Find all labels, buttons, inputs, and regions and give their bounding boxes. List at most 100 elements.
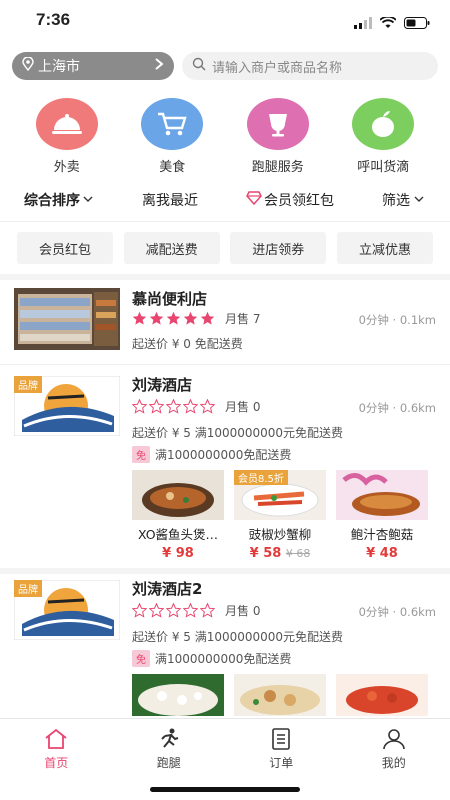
monthly-sales: 月售 0 bbox=[225, 400, 261, 414]
dish-image bbox=[234, 674, 326, 716]
star-empty-icon bbox=[200, 603, 215, 618]
rating-stars: 月售 0 bbox=[132, 398, 260, 415]
category-label: 呼叫货滴 bbox=[357, 160, 410, 175]
dish-item[interactable]: XO酱鱼头煲… ¥ 98 bbox=[132, 470, 224, 561]
shop-card[interactable]: 品牌 刘涛酒店 月售 0 0分钟 · 0.6km 起送价 ¥ 5 满100000… bbox=[0, 366, 450, 568]
promo-text: 满1000000000免配送费 bbox=[155, 652, 292, 666]
star-empty-icon bbox=[166, 603, 181, 618]
location-selector[interactable]: 上海市 bbox=[12, 52, 174, 80]
tab-orders[interactable]: 订单 bbox=[246, 727, 316, 771]
search-placeholder: 请输入商户或商品名称 bbox=[212, 60, 343, 76]
dish-image bbox=[132, 674, 224, 716]
shop-card[interactable]: 慕尚便利店 月售 7 0分钟 · 0.1km 起送价 ¥ 0 免配送费 bbox=[0, 280, 450, 364]
free-delivery-badge: 免 bbox=[132, 650, 150, 667]
dish-image: 会员8.5折 bbox=[234, 470, 326, 520]
apple-icon bbox=[352, 98, 415, 150]
dish-image bbox=[336, 674, 428, 716]
min-order: 起送价 ¥ 5 满1000000000元免配送费 bbox=[132, 426, 344, 440]
dish-price-current: ¥ 58 bbox=[249, 546, 282, 561]
category-food[interactable]: 美食 bbox=[127, 98, 217, 175]
promo-text: 满1000000000免配送费 bbox=[155, 448, 292, 462]
star-empty-icon bbox=[132, 399, 147, 414]
tab-profile[interactable]: 我的 bbox=[359, 727, 429, 771]
star-empty-icon bbox=[183, 399, 198, 414]
dish-name: 豉椒炒蟹柳 bbox=[248, 527, 312, 542]
sort-bar: 综合排序 离我最近 会员领红包 筛选 bbox=[0, 188, 450, 212]
city-label: 上海市 bbox=[38, 59, 80, 75]
sort-label: 筛选 bbox=[382, 193, 410, 209]
order-icon bbox=[268, 727, 294, 754]
rating-stars: 月售 0 bbox=[132, 602, 260, 619]
sort-label: 离我最近 bbox=[142, 193, 198, 209]
star-filled-icon bbox=[200, 311, 215, 325]
dish-name: 鲍汁杏鲍菇 bbox=[350, 527, 414, 542]
filter-chip[interactable]: 会员红包 bbox=[17, 232, 113, 264]
user-icon bbox=[381, 727, 407, 754]
shop-name: 慕尚便利店 bbox=[132, 290, 208, 308]
search-input[interactable]: 请输入商户或商品名称 bbox=[182, 52, 438, 80]
divider bbox=[0, 221, 450, 222]
tab-label: 首页 bbox=[44, 756, 69, 770]
free-delivery-badge: 免 bbox=[132, 446, 150, 463]
shop-distance: 0分钟 · 0.1km bbox=[358, 313, 436, 327]
filter-chip[interactable]: 减配送费 bbox=[123, 232, 220, 264]
tab-label: 跑腿 bbox=[156, 756, 181, 770]
filter-chip[interactable]: 立减优惠 bbox=[336, 232, 433, 264]
star-filled-icon bbox=[166, 311, 181, 325]
dish-price: ¥ 98 bbox=[162, 546, 194, 561]
filter-chip[interactable]: 进店领券 bbox=[230, 232, 327, 264]
star-empty-icon bbox=[132, 603, 147, 618]
dish-price-old: ¥ 68 bbox=[285, 547, 311, 560]
status-bar: 7:36 bbox=[0, 0, 450, 44]
sort-filter[interactable]: 筛选 bbox=[382, 190, 426, 210]
category-grid: 外卖 美食 跑腿服务 呼叫货滴 bbox=[0, 98, 450, 175]
tab-errand[interactable]: 跑腿 bbox=[134, 727, 204, 771]
sort-label: 综合排序 bbox=[24, 193, 80, 209]
shop-name: 刘涛酒店 bbox=[132, 376, 193, 394]
star-empty-icon bbox=[166, 399, 181, 414]
sort-member[interactable]: 会员领红包 bbox=[246, 190, 334, 210]
tab-home[interactable]: 首页 bbox=[21, 727, 91, 771]
dish-image bbox=[132, 470, 224, 520]
location-pin-icon bbox=[22, 56, 34, 75]
sort-nearest[interactable]: 离我最近 bbox=[142, 190, 198, 210]
tab-label: 订单 bbox=[269, 756, 294, 770]
dish-item[interactable]: 鲍汁杏鲍菇 ¥ 48 bbox=[336, 470, 428, 561]
category-freight[interactable]: 呼叫货滴 bbox=[338, 98, 428, 175]
category-errand[interactable]: 跑腿服务 bbox=[233, 98, 323, 175]
brand-tag: 品牌 bbox=[14, 376, 42, 393]
rating-stars: 月售 7 bbox=[132, 310, 260, 327]
diamond-icon bbox=[246, 191, 262, 209]
chevron-down-icon bbox=[82, 192, 94, 208]
star-empty-icon bbox=[183, 603, 198, 618]
dish-item[interactable] bbox=[336, 674, 428, 716]
dish-name: XO酱鱼头煲… bbox=[137, 527, 219, 542]
min-order: 起送价 ¥ 0 免配送费 bbox=[132, 337, 243, 351]
runner-icon bbox=[156, 727, 182, 754]
monthly-sales: 月售 7 bbox=[225, 312, 261, 326]
promo-row: 免 满1000000000免配送费 bbox=[132, 446, 291, 463]
shop-logo: 品牌 bbox=[13, 375, 121, 438]
star-empty-icon bbox=[200, 399, 215, 414]
category-takeout[interactable]: 外卖 bbox=[22, 98, 112, 175]
signal-icon bbox=[354, 14, 372, 33]
sort-comprehensive[interactable]: 综合排序 bbox=[24, 190, 94, 210]
category-label: 外卖 bbox=[53, 160, 80, 175]
star-empty-icon bbox=[149, 603, 164, 618]
category-label: 美食 bbox=[159, 160, 186, 175]
dish-item[interactable]: 会员8.5折 豉椒炒蟹柳 ¥ 58 ¥ 68 bbox=[234, 470, 326, 561]
dish-image bbox=[336, 470, 428, 520]
shop-name: 刘涛酒店2 bbox=[132, 580, 203, 598]
battery-icon bbox=[404, 14, 430, 33]
shop-distance: 0分钟 · 0.6km bbox=[358, 401, 436, 415]
star-filled-icon bbox=[149, 311, 164, 325]
dish-item[interactable] bbox=[132, 674, 224, 716]
dish-cover-icon bbox=[35, 98, 98, 150]
star-empty-icon bbox=[149, 399, 164, 414]
shop-logo: 品牌 bbox=[13, 579, 121, 642]
dish-item[interactable] bbox=[234, 674, 326, 716]
star-filled-icon bbox=[183, 311, 198, 325]
star-filled-icon bbox=[132, 311, 147, 325]
shop-card[interactable]: 品牌 刘涛酒店2 月售 0 0分钟 · 0.6km 起送价 ¥ 5 满10000… bbox=[0, 574, 450, 716]
sort-label: 会员领红包 bbox=[264, 193, 334, 209]
